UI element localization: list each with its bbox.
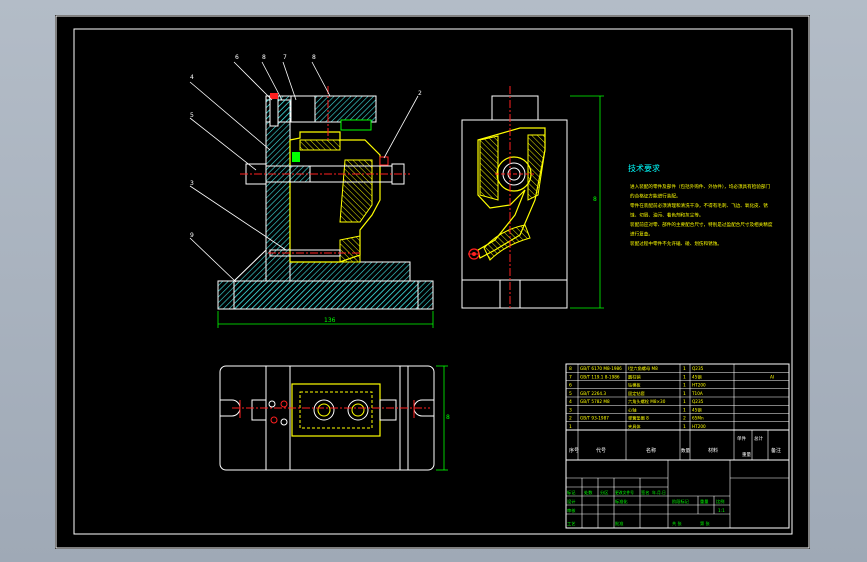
tb-weight: 重量 [700, 498, 708, 505]
balloon-8: 8 [262, 54, 266, 61]
bom-code: GB/T 93-1987 [580, 416, 609, 421]
bom-qty: 1 [683, 407, 686, 413]
bom-name: 心轴 [628, 406, 636, 413]
balloon-7: 7 [283, 54, 287, 61]
bom-code: GB/T 5782 M8 [580, 399, 610, 404]
balloon-9: 9 [190, 232, 194, 239]
side-height-dimension: 8 [593, 196, 597, 203]
plan-height-dimension: 8 [446, 414, 450, 421]
parts-list-header: 序号 代号 名称 数量 材料 单件 总计重量 备注 [569, 435, 781, 458]
bom-code: GB/T 6170 M8-1986 [580, 366, 622, 371]
tb-mark: 标记 [567, 489, 576, 496]
tech-requirement-line: 进行复查。 [630, 231, 653, 238]
cad-viewport[interactable]: 687845392 136 8 8 技术要求 进入装配的零件及部件（包括外购件、… [0, 0, 867, 562]
tb-sign: 签名 [641, 489, 649, 496]
tb-sheet-no: 第 张 [700, 520, 711, 527]
bom-qty: 1 [683, 366, 686, 372]
tb-date: 年.月.日 [652, 490, 666, 495]
title-block-labels: 标记 处数 分区 更改文件号 签名 年.月.日设计 标准化审核工艺 批准 阶段标记 重量 比例 1:1… [567, 489, 725, 527]
bom-material: Q235 [692, 399, 704, 404]
bom-no: 3 [569, 407, 572, 413]
tb-count: 处数 [584, 489, 593, 496]
bom-name: I型六角螺母 M8 [628, 365, 658, 372]
bom-code: GB/T 2264.3 [580, 391, 606, 396]
tech-requirement-line: 蚀、切屑、油污、着色剂和灰尘等。 [630, 212, 704, 219]
tb-zone: 分区 [600, 489, 608, 496]
balloon-3: 3 [190, 180, 194, 187]
bom-name: 夹具体 [628, 423, 641, 430]
bom-material: HT200 [692, 424, 706, 429]
bom-header-code: 代号 [596, 447, 606, 454]
bom-material: HT200 [692, 383, 706, 388]
balloon-4: 4 [190, 74, 194, 81]
bom-material: 45钢 [692, 406, 702, 413]
bom-name: 固定钻套 [628, 390, 646, 397]
tb-stage-mark: 阶段标记 [672, 498, 690, 505]
tb-standardize: 标准化 [615, 498, 628, 505]
parts-list-rows: 8 GB/T 6170 M8-1986 I型六角螺母 M8 1 Q235 7 GB/T 11… [569, 365, 774, 430]
plan-view [219, 365, 448, 471]
tech-requirement-line: 装配过程中零件不允许磕、碰、划伤和锈蚀。 [630, 240, 722, 247]
bom-no: 1 [569, 424, 572, 430]
tech-requirement-line: 零件在装配前必须清理和清洗干净，不得有毛刺、飞边、氧化皮、锈 [630, 202, 768, 209]
bom-header-remark: 备注 [771, 447, 781, 454]
tb-sheets: 共 张 [672, 520, 683, 527]
bom-material: Q235 [692, 366, 704, 371]
bom-no: 2 [569, 416, 572, 422]
tb-approve: 批准 [615, 520, 623, 527]
tb-process: 工艺 [567, 521, 575, 526]
bom-header-material: 材料 [708, 447, 718, 454]
front-section-view [189, 61, 434, 328]
bom-qty: 1 [683, 383, 686, 389]
bom-qty: 1 [683, 374, 686, 380]
bom-material: 65Mn [692, 416, 704, 421]
tech-requirements-title: 技术要求 [628, 163, 660, 173]
drawing-sheet[interactable]: 687845392 136 8 8 技术要求 进入装配的零件及部件（包括外购件、… [55, 15, 810, 549]
balloon-6: 6 [235, 54, 239, 61]
bom-material: 45钢 [692, 373, 702, 380]
tb-change-doc: 更改文件号 [615, 490, 634, 495]
bom-header-unit-weight: 单件 [737, 435, 746, 442]
bom-qty: 1 [683, 391, 686, 397]
bom-name: 圆柱销 [628, 373, 641, 380]
bom-no: 5 [569, 391, 572, 397]
bom-qty: 1 [683, 399, 686, 405]
tech-requirement-line: 装配前应对零、部件的主要配合尺寸，特别是过盈配合尺寸及相关精度 [630, 221, 773, 228]
tb-scale-value: 1:1 [718, 508, 725, 513]
tb-reviewer: 审核 [567, 507, 576, 514]
front-width-dimension: 136 [324, 317, 336, 324]
side-view [461, 86, 604, 310]
tb-designer: 设计 [567, 498, 575, 505]
tech-requirement-line: 进入装配的零件及部件（包括外购件、外协件），均必须具有检验部门 [630, 183, 771, 190]
bom-material: T10A [691, 391, 703, 396]
bom-qty: 1 [683, 424, 686, 430]
bom-header-no: 序号 [569, 447, 579, 454]
balloon-2: 2 [418, 90, 422, 97]
bom-no: 7 [569, 374, 572, 380]
tech-requirement-line: 的合格证方能进行装配。 [630, 193, 681, 200]
bom-code: GB/T 119.1 8-1986 [580, 374, 620, 379]
bom-name: 六角头螺栓 M8×30 [628, 398, 666, 405]
bom-no: 4 [569, 399, 572, 405]
bom-qty: 2 [683, 416, 686, 422]
bom-header-qty: 数量 [681, 447, 690, 454]
tech-requirements-list: 进入装配的零件及部件（包括外购件、外协件），均必须具有检验部门的合格证方能进行装… [630, 183, 773, 247]
bom-name: 弹簧垫圈 8 [628, 415, 649, 422]
bom-no: 8 [569, 366, 572, 372]
tb-scale: 比例 [716, 498, 724, 505]
bom-name: 钻模板 [628, 382, 641, 389]
bom-header-name: 名称 [646, 447, 656, 454]
balloon-5: 5 [190, 112, 194, 119]
assembly-drawing: 6 8 7 845392 136 8 8 技术要求 进入装配的零件及部件（包括外… [55, 15, 810, 549]
bom-header-weight: 重量 [742, 451, 751, 458]
bom-remark: AI [770, 374, 774, 379]
balloon-8: 8 [312, 54, 316, 61]
bom-header-total-weight: 总计 [754, 435, 763, 442]
bom-no: 6 [569, 383, 572, 389]
